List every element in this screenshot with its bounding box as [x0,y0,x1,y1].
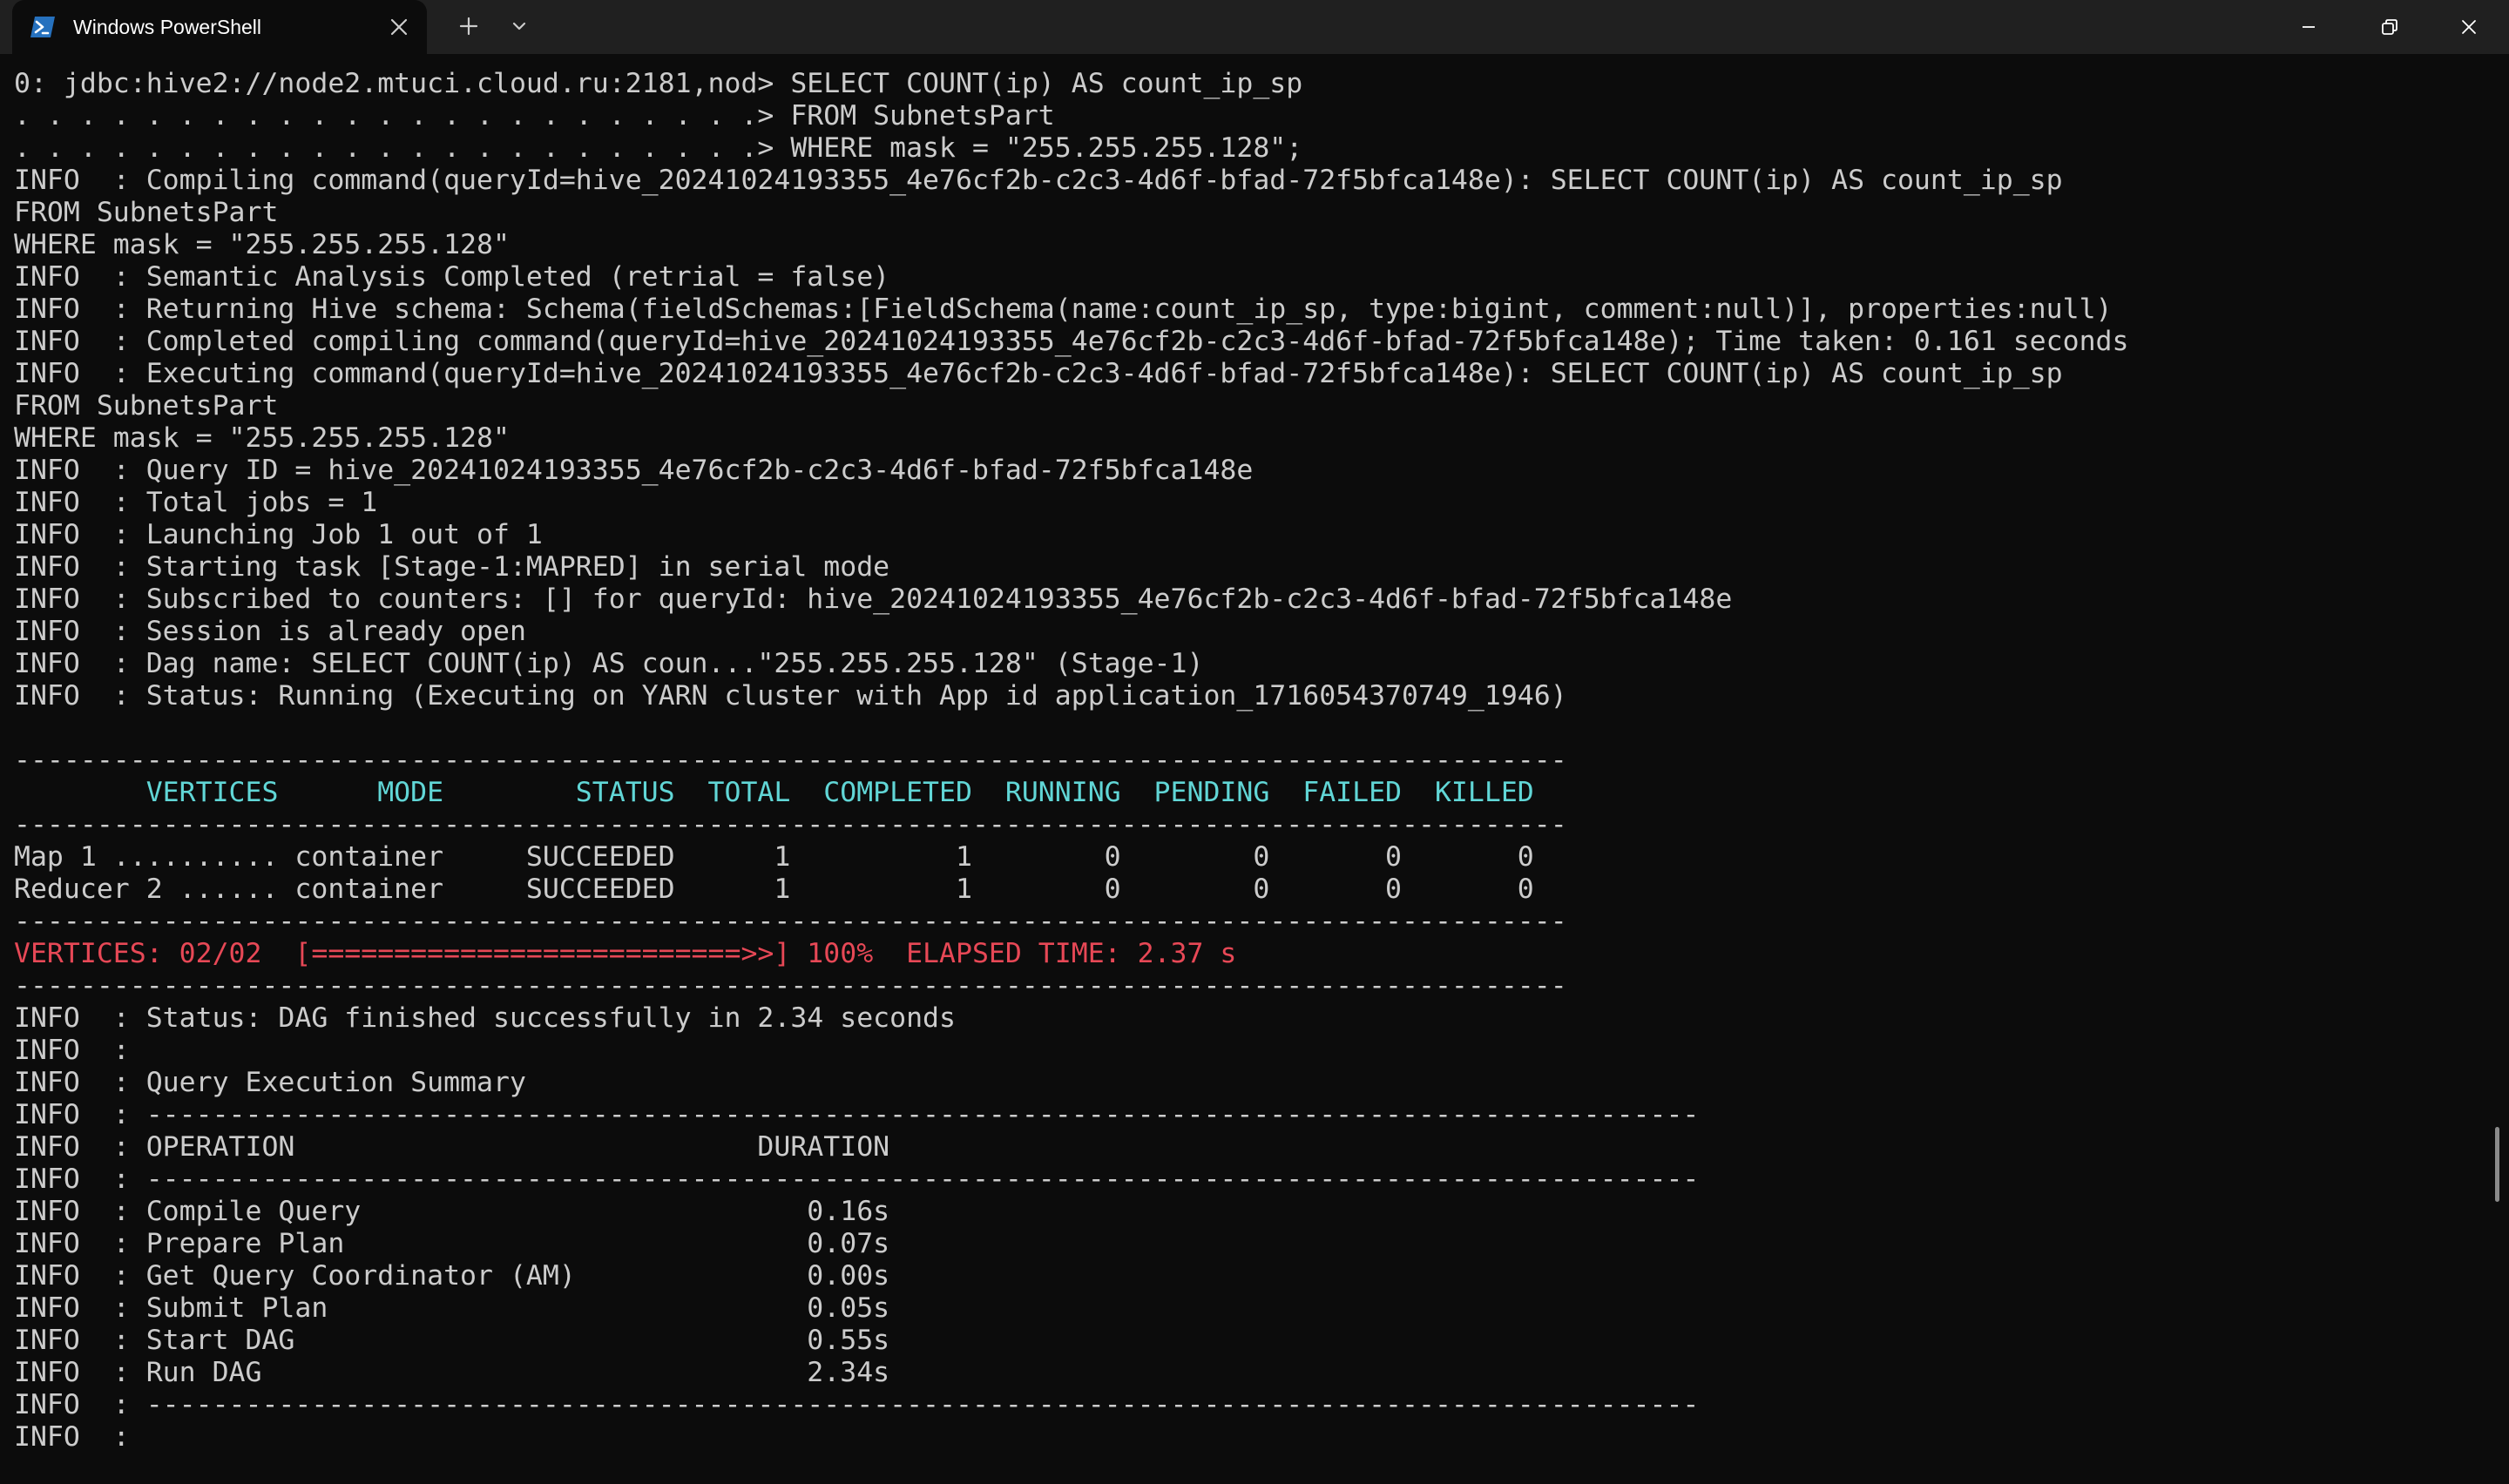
terminal-line: INFO : Total jobs = 1 [14,487,378,518]
terminal-line: FROM SubnetsPart [14,390,279,422]
terminal-line: INFO : Semantic Analysis Completed (retr… [14,261,890,293]
terminal-line: INFO : Starting task [Stage-1:MAPRED] in… [14,551,890,583]
terminal-line: INFO : Run DAG 2.34s [14,1357,890,1388]
terminal-line: ----------------------------------------… [14,809,1567,840]
terminal-line: Reducer 2 ...... container SUCCEEDED 1 1… [14,874,1534,905]
terminal-line: INFO : Status: DAG finished successfully… [14,1002,956,1034]
terminal-line: INFO : Prepare Plan 0.07s [14,1228,890,1259]
terminal-line: Map 1 .......... container SUCCEEDED 1 1… [14,841,1534,873]
tab-windows-powershell[interactable]: Windows PowerShell [12,0,427,54]
terminal-line: WHERE mask = "255.255.255.128" [14,229,510,260]
terminal-line: INFO : Launching Job 1 out of 1 [14,519,543,550]
terminal-line: INFO : Compiling command(queryId=hive_20… [14,165,2063,196]
terminal-line: INFO : ---------------------------------… [14,1389,1700,1420]
terminal-line: WHERE mask = "255.255.255.128" [14,422,510,454]
terminal-line: INFO : Get Query Coordinator (AM) 0.00s [14,1260,890,1292]
terminal-line: INFO : Returning Hive schema: Schema(fie… [14,293,2113,325]
maximize-button[interactable] [2349,0,2429,54]
terminal-line: ----------------------------------------… [14,970,1567,1002]
terminal-line: INFO : Submit Plan 0.05s [14,1292,890,1324]
terminal-line: INFO : ---------------------------------… [14,1099,1700,1130]
terminal-line: INFO : Completed compiling command(query… [14,326,2129,357]
profile-dropdown-button[interactable] [498,7,540,45]
scrollbar-thumb[interactable] [2495,1127,2499,1202]
terminal-line: INFO : Session is already open [14,616,526,647]
terminal-line: INFO : Compile Query 0.16s [14,1196,890,1227]
restore-icon [2382,19,2397,35]
terminal-line: INFO : [14,1035,130,1066]
terminal-line: INFO : Query ID = hive_20241024193355_4e… [14,455,1254,486]
close-icon [390,18,408,36]
terminal-line: INFO : Status: Running (Executing on YAR… [14,680,1567,712]
terminal-line: 0: jdbc:hive2://node2.mtuci.cloud.ru:218… [14,68,1303,99]
title-bar: Windows PowerShell [0,0,2509,54]
terminal-line: INFO : Query Execution Summary [14,1067,526,1098]
powershell-icon [30,15,56,39]
tab-title: Windows PowerShell [73,16,262,38]
minimize-icon [2303,26,2315,28]
chevron-down-icon [512,22,526,30]
terminal-line: VERTICES MODE STATUS TOTAL COMPLETED RUN… [14,777,1534,808]
scrollbar[interactable] [2493,54,2509,1484]
close-window-button[interactable] [2429,0,2509,54]
terminal-line: INFO : [14,1421,130,1453]
terminal-line: INFO : Subscribed to counters: [] for qu… [14,583,1733,615]
terminal-line: INFO : Executing command(queryId=hive_20… [14,358,2063,389]
terminal-line: VERTICES: 02/02 [=======================… [14,938,1237,969]
minimize-button[interactable] [2269,0,2349,54]
close-icon [2462,20,2476,34]
terminal-line: INFO : ---------------------------------… [14,1164,1700,1195]
terminal-line: FROM SubnetsPart [14,197,279,228]
new-tab-button[interactable] [448,7,490,45]
plus-icon [459,17,478,36]
terminal-line: . . . . . . . . . . . . . . . . . . . . … [14,100,1055,132]
terminal-line: ----------------------------------------… [14,745,1567,776]
terminal-output[interactable]: 0: jdbc:hive2://node2.mtuci.cloud.ru:218… [14,68,2488,1454]
terminal-line: INFO : OPERATION DURATION [14,1131,890,1163]
close-tab-button[interactable] [382,10,416,44]
terminal-line: . . . . . . . . . . . . . . . . . . . . … [14,132,1303,164]
terminal-line: INFO : Start DAG 0.55s [14,1325,890,1356]
terminal-line: INFO : Dag name: SELECT COUNT(ip) AS cou… [14,648,1204,679]
terminal-line: ----------------------------------------… [14,906,1567,937]
